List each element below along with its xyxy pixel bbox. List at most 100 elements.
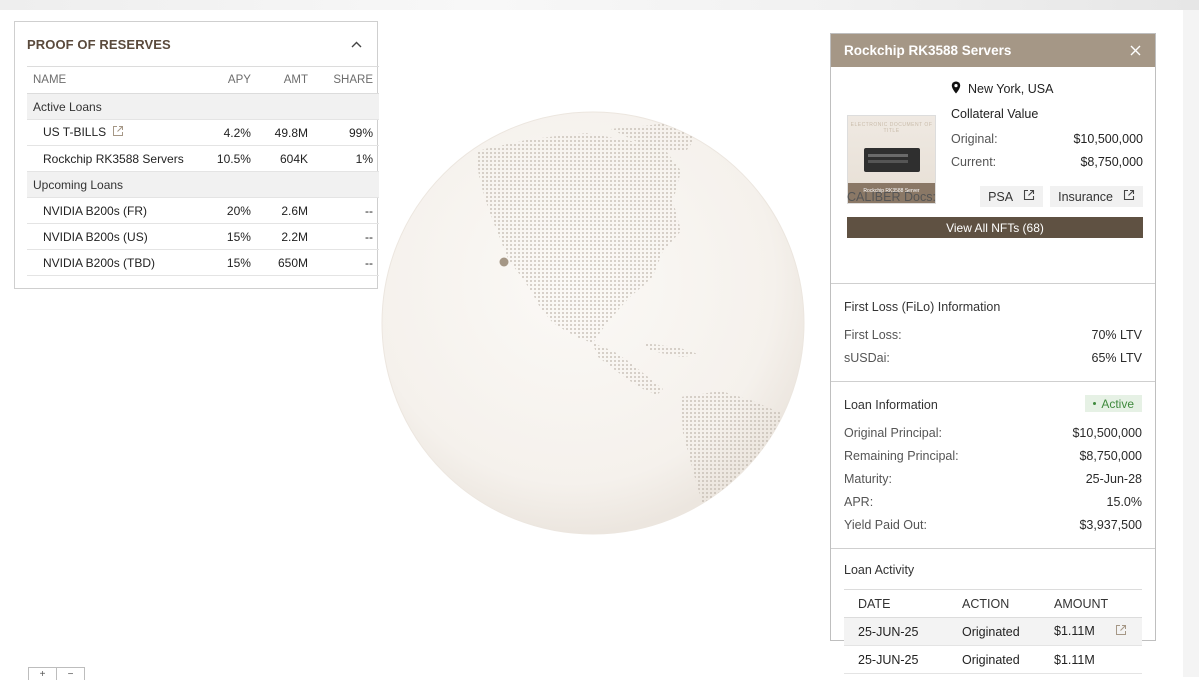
row-share: 99%: [314, 119, 379, 146]
collateral-label: Collateral Value: [951, 107, 1039, 121]
insurance-doc-button[interactable]: Insurance: [1050, 186, 1143, 207]
row-apy: 10.5%: [199, 145, 257, 172]
susdai-row: sUSDai: 65% LTV: [844, 351, 1142, 365]
row-name: NVIDIA B200s (US): [27, 223, 199, 250]
row-share: 1%: [314, 145, 379, 172]
row-name: US T-BILLS: [43, 125, 107, 139]
external-link-icon[interactable]: [112, 125, 124, 140]
loan-row: Remaining Principal: $8,750,000: [844, 449, 1142, 463]
row-apy: 15%: [199, 249, 257, 276]
psa-doc-button[interactable]: PSA: [980, 186, 1044, 207]
col-share: SHARE: [314, 66, 379, 94]
first-loss-title: First Loss (FiLo) Information: [844, 300, 1001, 314]
loan-label: Yield Paid Out:: [844, 518, 927, 532]
por-header: PROOF OF RESERVES: [15, 22, 377, 66]
col-date: DATE: [844, 589, 948, 618]
table-row[interactable]: NVIDIA B200s (TBD) 15% 650M --: [27, 249, 379, 276]
loan-value: $8,750,000: [1079, 449, 1142, 463]
reserves-table: NAME APY AMT SHARE Active Loans US T-BIL…: [27, 66, 379, 276]
loan-activity-section: Loan Activity DATE ACTION AMOUNT 25-JUN-…: [831, 549, 1155, 674]
group-active-loans: Active Loans: [27, 93, 379, 120]
table-row[interactable]: NVIDIA B200s (US) 15% 2.2M --: [27, 223, 379, 250]
table-row[interactable]: 25-JUN-25 Originated $1.11M: [844, 645, 1142, 674]
globe-map[interactable]: [381, 111, 805, 535]
row-share: --: [314, 223, 379, 250]
first-loss-label: First Loss:: [844, 328, 902, 342]
card-title: Rockchip RK3588 Servers: [844, 43, 1012, 58]
loan-row: APR: 15.0%: [844, 495, 1142, 509]
external-link-icon[interactable]: [1115, 625, 1127, 639]
status-dot: [1093, 402, 1097, 405]
loan-label: Maturity:: [844, 472, 892, 486]
first-loss-value: 70% LTV: [1091, 328, 1143, 342]
location-text: New York, USA: [968, 82, 1054, 96]
row-amt: 2.2M: [256, 223, 314, 250]
por-title: PROOF OF RESERVES: [27, 36, 171, 52]
row-amt: 650M: [256, 249, 314, 276]
current-value: $8,750,000: [1080, 155, 1143, 169]
row-apy: 4.2%: [199, 119, 257, 146]
row-apy: 15%: [199, 223, 257, 250]
col-amt: AMT: [256, 66, 314, 94]
loan-label: APR:: [844, 495, 874, 509]
loan-label: Remaining Principal:: [844, 449, 959, 463]
zoom-in-button[interactable]: +: [29, 668, 56, 680]
current-label: Current:: [951, 155, 997, 169]
loan-row: Original Principal: $10,500,000: [844, 426, 1142, 440]
col-name: NAME: [27, 66, 199, 94]
proof-of-reserves-panel: PROOF OF RESERVES NAME APY AMT SHARE Act…: [14, 21, 379, 289]
insurance-label: Insurance: [1058, 189, 1113, 204]
loan-label: Original Principal:: [844, 426, 942, 440]
susdai-label: sUSDai:: [844, 351, 890, 365]
table-row[interactable]: US T-BILLS 4.2% 49.8M 99%: [27, 119, 379, 146]
thumb-heading: ELECTRONIC DOCUMENT OF TITLE: [850, 122, 933, 134]
card-header: Rockchip RK3588 Servers: [831, 34, 1155, 67]
external-link-icon: [1023, 189, 1035, 204]
zoom-controls: + −: [28, 667, 85, 680]
right-strip: [1183, 10, 1199, 677]
activity-amount: $1.11M: [1040, 645, 1142, 674]
susdai-value: 65% LTV: [1091, 351, 1143, 365]
psa-label: PSA: [988, 189, 1014, 204]
zoom-out-button[interactable]: −: [56, 668, 84, 680]
group-upcoming-loans: Upcoming Loans: [27, 171, 379, 198]
table-row[interactable]: Rockchip RK3588 Servers 10.5% 604K 1%: [27, 145, 379, 172]
loan-value: $10,500,000: [1072, 426, 1142, 440]
chevron-up-icon[interactable]: [349, 37, 363, 51]
location-marker[interactable]: [499, 257, 509, 267]
col-action: ACTION: [948, 589, 1040, 618]
close-icon[interactable]: [1128, 44, 1142, 58]
activity-table: DATE ACTION AMOUNT 25-JUN-25 Originated …: [844, 589, 1142, 674]
loan-information-section: Loan Information Active Original Princip…: [831, 382, 1155, 549]
row-share: --: [314, 197, 379, 224]
caliber-docs: CALIBER Docs: PSA Insurance: [847, 186, 1143, 207]
activity-amount-cell: $1.11M: [1040, 617, 1142, 646]
activity-date: 25-JUN-25: [844, 645, 948, 674]
activity-date: 25-JUN-25: [844, 617, 948, 646]
row-name: NVIDIA B200s (TBD): [27, 249, 199, 276]
asset-detail-card: Rockchip RK3588 Servers ELECTRONIC DOCUM…: [830, 33, 1156, 674]
status-badge: Active: [1085, 395, 1142, 412]
original-value-row: Original: $10,500,000: [951, 132, 1143, 146]
row-name: NVIDIA B200s (FR): [27, 197, 199, 224]
location: New York, USA: [951, 81, 1053, 97]
loan-value: 25-Jun-28: [1085, 472, 1142, 486]
row-share: --: [314, 249, 379, 276]
docs-label: CALIBER Docs:: [847, 189, 936, 204]
top-strip: [0, 0, 1199, 10]
loan-activity-title: Loan Activity: [844, 563, 915, 577]
table-row[interactable]: 25-JUN-25 Originated $1.11M: [844, 617, 1142, 646]
collateral-section: ELECTRONIC DOCUMENT OF TITLE Rockchip RK…: [831, 67, 1155, 284]
activity-amount: $1.11M: [1054, 624, 1095, 638]
location-pin-icon: [951, 81, 961, 97]
status-text: Active: [1101, 396, 1134, 411]
view-all-nfts-button[interactable]: View All NFTs (68): [847, 217, 1143, 238]
loan-value: 15.0%: [1106, 495, 1142, 509]
first-loss-row: First Loss: 70% LTV: [844, 328, 1142, 342]
table-row[interactable]: NVIDIA B200s (FR) 20% 2.6M --: [27, 197, 379, 224]
activity-action: Originated: [948, 617, 1040, 646]
row-amt: 49.8M: [256, 119, 314, 146]
external-link-icon: [1123, 189, 1135, 204]
original-label: Original:: [951, 132, 998, 146]
server-image: [864, 148, 920, 172]
